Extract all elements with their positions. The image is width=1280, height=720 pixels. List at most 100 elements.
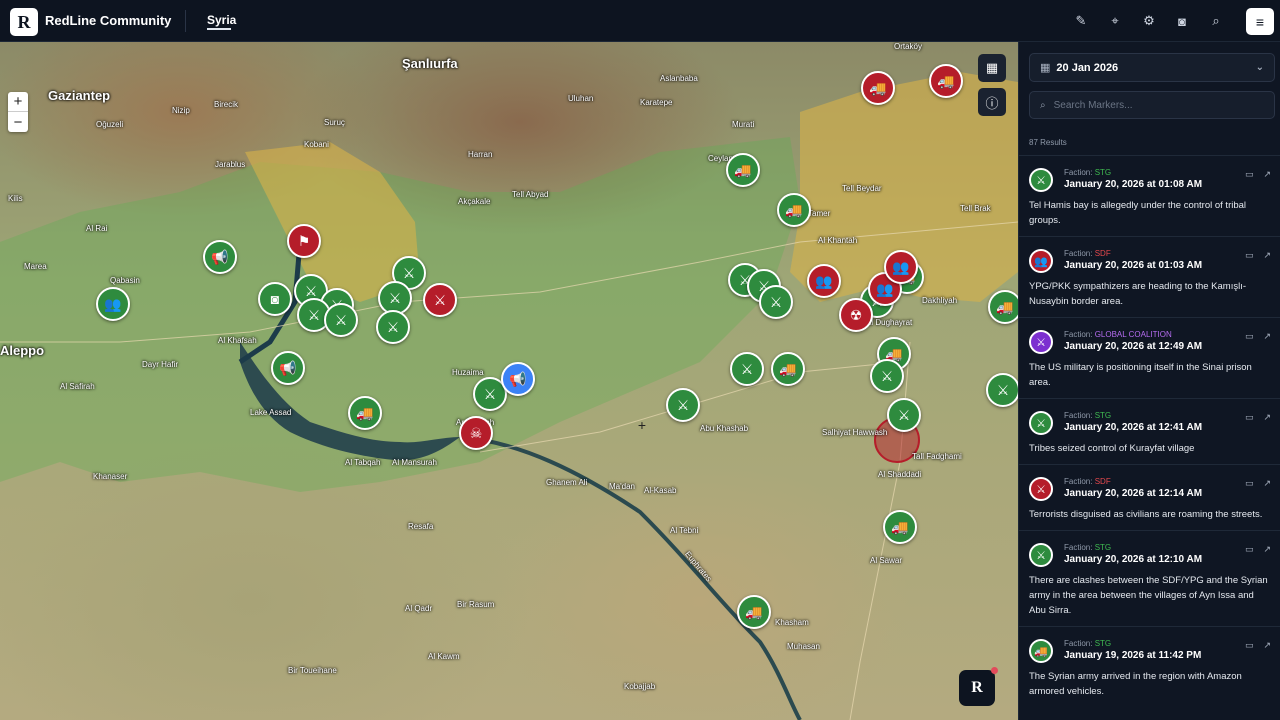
truck-marker-icon[interactable]: 🚚 — [988, 290, 1018, 324]
rifle-marker-icon[interactable]: ⚔ — [870, 359, 904, 393]
external-link-icon[interactable]: ↗ — [1263, 412, 1271, 423]
group-marker-icon[interactable]: 👥 — [884, 250, 918, 284]
rifle-marker-icon[interactable]: ⚔ — [423, 283, 457, 317]
map-label: Tall Fadghami — [912, 452, 962, 461]
search-box[interactable]: ⌕ — [1029, 91, 1275, 119]
map-label: Dayr Hafir — [142, 360, 179, 369]
video-icon[interactable]: ▭ — [1245, 478, 1254, 489]
tab-active-indicator — [207, 28, 231, 30]
skull-marker-icon[interactable]: ☠ — [459, 416, 493, 450]
external-link-icon[interactable]: ↗ — [1263, 169, 1271, 180]
item-actions: ▭ ↗ — [1245, 412, 1271, 423]
rifle-marker-icon[interactable]: ⚔ — [376, 310, 410, 344]
search-icon[interactable]: ⌕ — [1207, 12, 1225, 30]
tab-syria[interactable]: Syria — [207, 13, 236, 27]
feed-item[interactable]: ⚔ Faction: SDF January 20, 2026 at 12:14 A… — [1019, 464, 1280, 530]
video-icon[interactable]: ▭ — [1245, 412, 1254, 423]
faction-name: STG — [1094, 543, 1112, 552]
map-label: Al Tebni — [670, 526, 699, 535]
rifle-marker-icon[interactable]: ⚔ — [887, 398, 921, 432]
search-input[interactable] — [1053, 99, 1254, 111]
app-logo[interactable]: R — [10, 8, 38, 36]
video-icon[interactable]: ▭ — [1245, 169, 1254, 180]
feed-item[interactable]: ⚔ Faction: STG January 20, 2026 at 12:41 A… — [1019, 398, 1280, 464]
flag-marker-icon[interactable]: ⚑ — [287, 224, 321, 258]
truck-marker-icon[interactable]: 🚚 — [726, 153, 760, 187]
hazard-marker-icon[interactable]: ☢ — [839, 298, 873, 332]
item-text: There are clashes between the SDF/YPG an… — [1029, 575, 1268, 616]
megaphone-marker-icon[interactable]: 📢 — [203, 240, 237, 274]
map-logo[interactable]: R — [959, 670, 995, 706]
menu-button[interactable]: ≡ — [1246, 8, 1274, 35]
video-icon[interactable]: ▭ — [1245, 250, 1254, 261]
rifle-marker-icon[interactable]: ⚔ — [730, 352, 764, 386]
item-text: Terrorists disguised as civilians are ro… — [1029, 509, 1263, 520]
truck-marker-icon[interactable]: 🚚 — [883, 510, 917, 544]
info-button[interactable]: ⓘ — [978, 88, 1006, 116]
rifle-icon: ⚔ — [1029, 477, 1053, 501]
rifle-marker-icon[interactable]: ⚔ — [759, 285, 793, 319]
faction-name: GLOBAL COALITION — [1094, 330, 1172, 339]
truck-marker-icon[interactable]: 🚚 — [929, 64, 963, 98]
external-link-icon[interactable]: ↗ — [1263, 544, 1271, 555]
group-marker-icon[interactable]: 👥 — [96, 287, 130, 321]
external-link-icon[interactable]: ↗ — [1263, 640, 1271, 651]
external-link-icon[interactable]: ↗ — [1263, 478, 1271, 489]
zoom-out-button[interactable]: − — [8, 112, 28, 132]
map-label: Gaziantep — [48, 88, 111, 103]
truck-marker-icon[interactable]: 🚚 — [737, 595, 771, 629]
truck-marker-icon[interactable]: 🚚 — [771, 352, 805, 386]
item-time: January 19, 2026 at 11:42 PM — [1064, 650, 1202, 661]
calendar-icon: ▦ — [1040, 62, 1051, 74]
faction-name: SDF — [1094, 477, 1111, 486]
megaphone-marker-icon[interactable]: 📢 — [501, 362, 535, 396]
map-label: Khasham — [775, 618, 809, 627]
map-label: Kobani — [304, 140, 329, 149]
map-label: Khanaser — [93, 472, 128, 481]
external-link-icon[interactable]: ↗ — [1263, 331, 1271, 342]
video-icon[interactable]: ▭ — [1245, 331, 1254, 342]
item-text: YPG/PKK sympathizers are heading to the … — [1029, 281, 1247, 307]
map-layers-button[interactable]: ▦ — [978, 54, 1006, 82]
truck-icon: 🚚 — [1029, 639, 1053, 663]
external-link-icon[interactable]: ↗ — [1263, 250, 1271, 261]
map-label: Al Shaddadi — [878, 470, 922, 479]
item-text: The US military is positioning itself in… — [1029, 362, 1252, 388]
crosshair-icon: + — [637, 417, 647, 433]
map-label: Huzaima — [452, 368, 484, 377]
video-icon[interactable]: ▭ — [1245, 544, 1254, 555]
feed-item[interactable]: 🚚 Faction: STG January 19, 2026 at 11:42 P… — [1019, 626, 1280, 707]
feed-item[interactable]: 👥 Faction: SDF January 20, 2026 at 01:03 A… — [1019, 236, 1280, 317]
group-icon: 👥 — [1029, 249, 1053, 273]
date-select[interactable]: ▦ 20 Jan 2026 ⌄ — [1029, 53, 1275, 82]
rifle-marker-icon[interactable]: ⚔ — [986, 373, 1018, 407]
truck-marker-icon[interactable]: 🚚 — [861, 71, 895, 105]
rifle-marker-icon[interactable]: ⚔ — [666, 388, 700, 422]
camera-marker-icon[interactable]: ◙ — [258, 282, 292, 316]
feed-item[interactable]: ⚔ Faction: STG January 20, 2026 at 12:10 A… — [1019, 530, 1280, 626]
map-canvas[interactable]: Gaziantep Şanlıurfa Aleppo Akçakale Harr… — [0, 42, 1018, 720]
info-icon: ⓘ — [985, 95, 999, 111]
feed-item[interactable]: ⚔ Faction: GLOBAL COALITION January 20, 20… — [1019, 317, 1280, 398]
item-actions: ▭ ↗ — [1245, 478, 1271, 489]
notification-dot — [991, 667, 998, 674]
map-label: Oğuzeli — [96, 120, 124, 129]
megaphone-marker-icon[interactable]: 📢 — [271, 351, 305, 385]
map-label: Tell Abyad — [512, 190, 549, 199]
truck-marker-icon[interactable]: 🚚 — [348, 396, 382, 430]
map-label: Jarablus — [215, 160, 246, 169]
zoom-in-button[interactable]: + — [8, 92, 28, 112]
rifle-marker-icon[interactable]: ⚔ — [324, 303, 358, 337]
video-icon[interactable]: ▭ — [1245, 640, 1254, 651]
map-label: Al Tabqah — [345, 458, 381, 467]
map-label: Ortaköy — [894, 42, 923, 51]
pen-icon[interactable]: ✎ — [1072, 12, 1090, 30]
map-label: Uluhan — [568, 94, 594, 103]
gear-icon[interactable]: ⚙ — [1140, 12, 1158, 30]
truck-marker-icon[interactable]: 🚚 — [777, 193, 811, 227]
map-label: Resafa — [408, 522, 434, 531]
camera-icon[interactable]: ◙ — [1173, 12, 1191, 30]
feed-item[interactable]: ⚔ Faction: STG January 20, 2026 at 01:08 A… — [1019, 155, 1280, 236]
location-pin-icon[interactable]: ⌖ — [1106, 12, 1124, 30]
group-marker-icon[interactable]: 👥 — [807, 264, 841, 298]
